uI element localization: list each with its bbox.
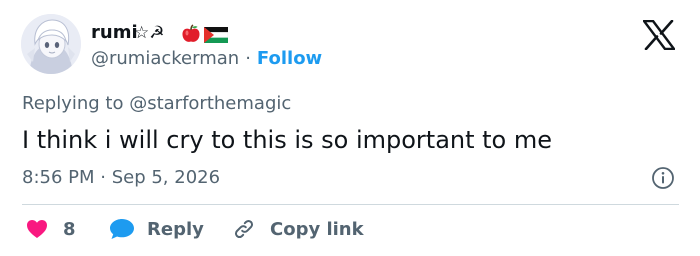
divider [22,204,679,205]
replying-to: Replying to @starforthemagic [22,93,291,115]
reply-label: Reply [147,218,204,240]
tweet-card: rumi ☆☭ @rumiackerman · Follow Replying to… [0,0,700,256]
display-name[interactable]: rumi [91,22,138,44]
replying-to-prefix: Replying to [22,93,124,114]
reply-to-handle[interactable]: @starforthemagic [129,93,291,114]
apple-emoji [182,24,200,42]
copy-link-button[interactable]: Copy link [232,217,364,241]
timestamp[interactable]: 8:56 PM · Sep 5, 2026 [22,167,220,189]
separator-dot: · [245,48,251,69]
palestine-flag-emoji [204,27,228,43]
reply-button[interactable]: Reply [109,217,204,241]
handle-line: @rumiackerman · Follow [91,48,322,70]
heart-icon [27,220,47,238]
link-icon [234,219,254,239]
follow-button[interactable]: Follow [257,48,322,69]
author-handle[interactable]: @rumiackerman [91,48,239,69]
info-icon[interactable] [651,166,675,190]
like-button[interactable]: 8 [26,217,76,241]
copy-link-label: Copy link [270,218,364,240]
anime-avatar-icon [21,14,81,74]
speech-bubble-icon [110,219,134,239]
x-logo-icon[interactable] [643,20,675,50]
name-decorations: ☆☭ [134,23,165,43]
tweet-text: I think i will cry to this is so importa… [22,126,553,154]
avatar[interactable] [21,14,81,74]
like-count: 8 [63,218,76,240]
